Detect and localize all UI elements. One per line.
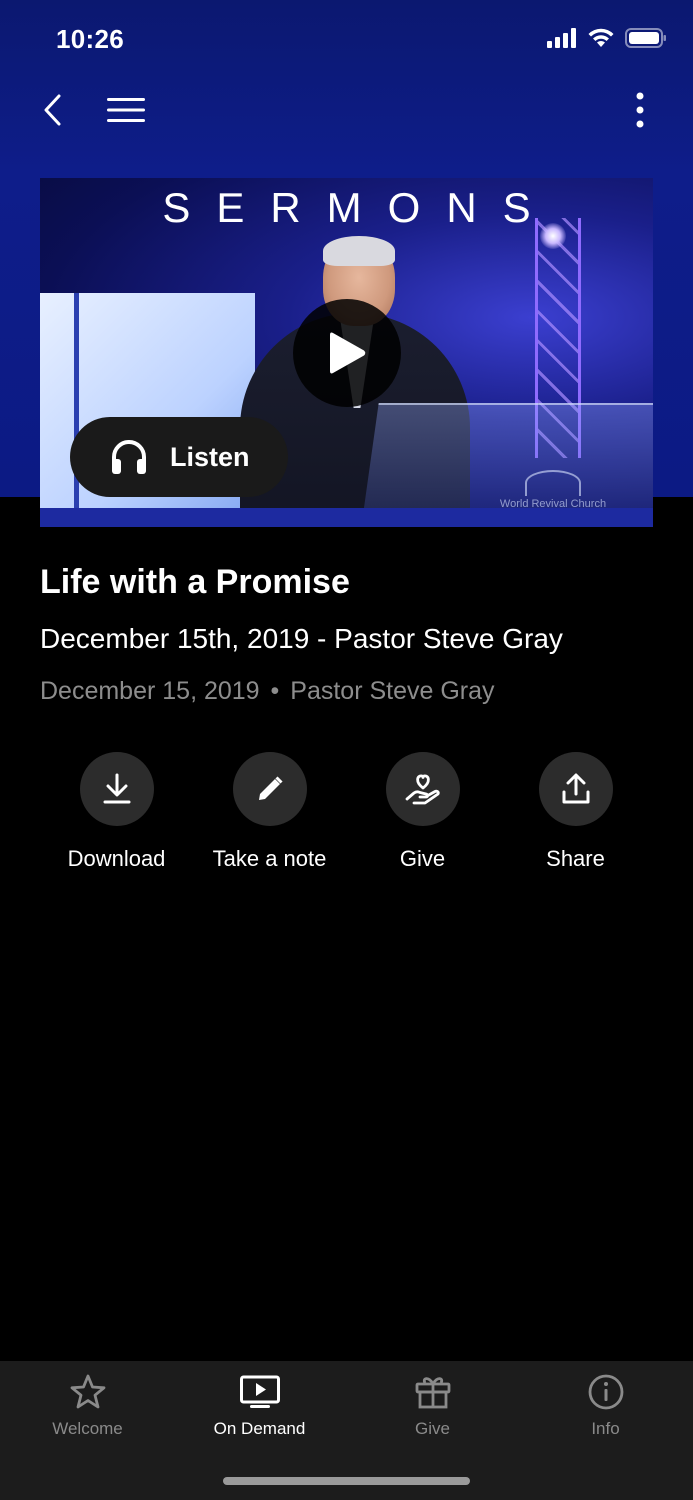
more-options-button[interactable] [618,88,662,132]
meta-separator: • [270,677,280,705]
sermon-date: December 15, 2019 [40,677,260,705]
hamburger-menu-icon [107,98,145,122]
hand-heart-icon [405,774,440,805]
more-vertical-icon [636,92,644,128]
download-icon [103,773,130,804]
status-icons [547,28,667,48]
share-label: Share [546,846,605,871]
give-circle [385,752,460,826]
listen-label: Listen [170,441,250,472]
top-navigation [0,80,693,140]
give-action-button[interactable]: Give [346,752,499,872]
wifi-icon [588,28,614,47]
sermon-meta: December 15, 2019 • Pastor Steve Gray [40,677,495,706]
sermon-subtitle: December 15th, 2019 - Pastor Steve Gray [40,623,563,654]
pencil-icon [258,776,283,800]
church-logo-text: World Revival Church [499,498,607,510]
speaker-hair [323,236,395,266]
gift-icon [415,1377,450,1409]
download-label: Download [67,846,166,871]
play-button[interactable] [293,299,401,407]
tab-welcome-label: Welcome [52,1419,123,1438]
battery-icon [625,28,666,48]
give-label: Give [399,846,446,871]
share-button[interactable]: Share [499,752,652,872]
download-button[interactable]: Download [40,752,193,872]
info-icon [588,1374,623,1410]
tab-on-demand[interactable]: On Demand [173,1373,346,1439]
sermon-title: Life with a Promise [40,563,350,601]
home-indicator [223,1477,470,1485]
tab-info-label: Info [591,1419,620,1438]
share-icon [562,773,589,804]
menu-button[interactable] [104,88,148,132]
take-note-label: Take a note [212,846,327,871]
sermons-banner-text: SERMONS [162,184,557,231]
tab-info[interactable]: Info [519,1373,692,1439]
headphones-icon [112,440,146,474]
listen-button[interactable]: Listen [70,417,288,497]
take-note-circle [232,752,307,826]
share-circle [538,752,613,826]
play-icon [330,332,366,374]
sermon-actions: Download Take a note Give Share [40,752,653,882]
tab-give-label: Give [415,1419,450,1438]
tv-play-icon [239,1375,280,1408]
take-note-button[interactable]: Take a note [193,752,346,872]
tab-give[interactable]: Give [346,1373,519,1439]
church-logo: World Revival Church [488,470,618,520]
status-time: 10:26 [56,24,124,54]
back-button[interactable] [30,88,74,132]
download-circle [79,752,154,826]
chevron-left-icon [44,94,61,126]
star-icon [70,1374,105,1409]
cellular-signal-icon [547,28,576,48]
status-bar: 10:26 [0,0,693,78]
sermon-speaker: Pastor Steve Gray [290,677,495,705]
tab-on-demand-label: On Demand [213,1419,306,1438]
tab-welcome[interactable]: Welcome [1,1373,174,1439]
